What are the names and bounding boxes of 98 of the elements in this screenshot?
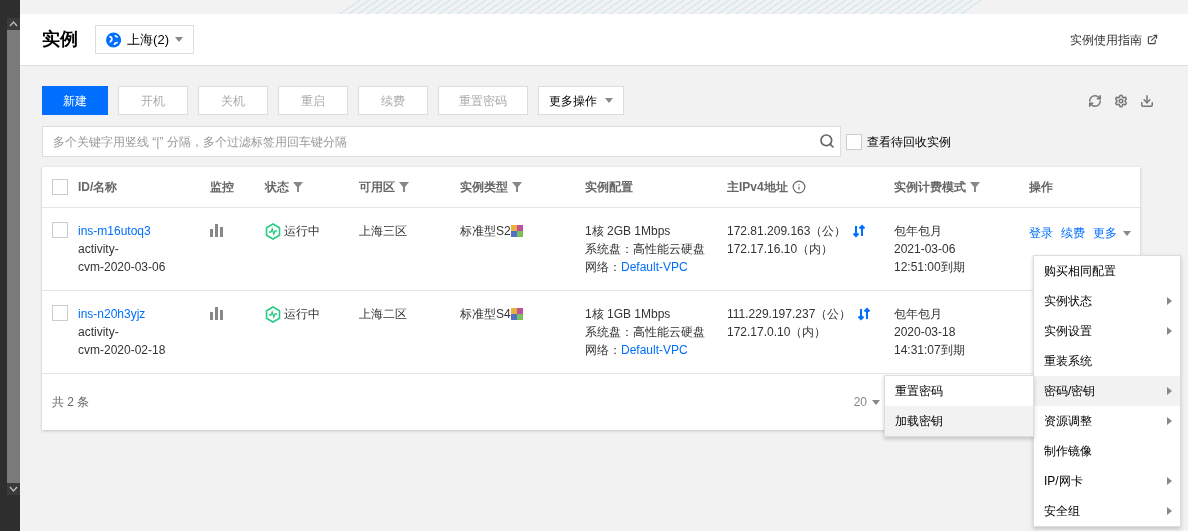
menu-item[interactable]: 实例设置: [1034, 316, 1180, 346]
status-text: 运行中: [284, 223, 320, 240]
column-header: 操作: [1029, 179, 1053, 196]
instance-type: 标准型S2: [460, 223, 511, 240]
menu-item[interactable]: 资源调整: [1034, 406, 1180, 436]
type-badge-icon: [510, 225, 523, 237]
disk-text: 系统盘：高性能云硬盘: [585, 241, 705, 258]
external-link-icon: [1147, 34, 1158, 45]
billing-text: 14:31:07到期: [894, 342, 965, 359]
menu-item[interactable]: 实例状态: [1034, 286, 1180, 316]
disk-text: 系统盘：高性能云硬盘: [585, 324, 705, 341]
instance-name: activity-: [78, 241, 119, 258]
instance-type: 标准型S4: [460, 306, 511, 323]
action-link[interactable]: 续费: [1061, 224, 1085, 242]
filter-icon[interactable]: [512, 182, 522, 192]
instance-id-link[interactable]: ins-n20h3yjz: [78, 305, 146, 323]
total-count: 共 2 条: [52, 394, 90, 411]
submenu-arrow-icon: [1167, 387, 1172, 395]
checkbox-label: 查看待回收实例: [867, 133, 951, 151]
filter-icon[interactable]: [399, 182, 409, 192]
action-link[interactable]: 更多: [1093, 224, 1131, 242]
public-ip: 111.229.197.237（公）: [727, 306, 852, 323]
private-ip: 172.17.0.10（内）: [727, 324, 827, 341]
caret-icon: [872, 399, 880, 405]
column-header: 监控: [210, 179, 234, 196]
private-ip: 172.17.16.10（内）: [727, 241, 834, 258]
download-icon[interactable]: [1140, 93, 1154, 108]
config-text: 1核 1GB 1Mbps: [585, 306, 671, 323]
refresh-icon[interactable]: [1088, 93, 1102, 108]
search-icon[interactable]: [819, 133, 835, 149]
public-ip: 172.81.209.163（公）: [727, 223, 847, 240]
menu-item[interactable]: 购买相同配置: [1034, 256, 1180, 286]
menu-item[interactable]: 重置密码: [885, 376, 1033, 406]
caret-icon: [175, 37, 183, 42]
action-link[interactable]: 登录: [1029, 224, 1053, 242]
billing-text: 包年包月: [894, 306, 942, 323]
checkbox[interactable]: [52, 222, 68, 238]
swap-icon[interactable]: [852, 224, 867, 238]
billing-text: 12:51:00到期: [894, 259, 965, 276]
column-header: 主IPv4地址: [727, 179, 788, 196]
caret-icon: [605, 98, 613, 103]
column-header: 实例类型: [460, 179, 508, 196]
menu-item[interactable]: IP/网卡: [1034, 466, 1180, 496]
network-label: 网络：: [585, 259, 621, 276]
scrollbar[interactable]: [7, 18, 20, 495]
billing-text: 包年包月: [894, 223, 942, 240]
toolbar-button[interactable]: 新建: [42, 86, 108, 115]
menu-item[interactable]: 加载密钥: [885, 406, 1033, 436]
filter-icon[interactable]: [970, 182, 980, 192]
guide-link[interactable]: 实例使用指南: [1070, 30, 1158, 49]
column-header: 可用区: [359, 179, 395, 196]
swap-icon[interactable]: [857, 307, 872, 321]
instance-name: activity-: [78, 324, 119, 341]
scroll-up-icon[interactable]: [7, 18, 20, 30]
scroll-down-icon[interactable]: [7, 483, 20, 495]
menu-item[interactable]: 重装系统: [1034, 346, 1180, 376]
page-size-selector[interactable]: 20: [853, 393, 880, 411]
checkbox[interactable]: [52, 179, 68, 195]
menu-item[interactable]: 安全组: [1034, 496, 1180, 526]
submenu-arrow-icon: [1167, 327, 1172, 335]
column-header: ID/名称: [78, 179, 118, 196]
column-header: 实例计费模式: [894, 179, 966, 196]
search-field[interactable]: 多个关键字用竖线 “|” 分隔，多个过滤标签用回车键分隔: [42, 126, 841, 157]
settings-icon[interactable]: [1114, 93, 1128, 108]
column-header: 状态: [265, 179, 289, 196]
status-text: 运行中: [284, 306, 320, 323]
bar-chart-icon[interactable]: [210, 224, 224, 237]
zone-text: 上海二区: [359, 307, 407, 321]
instance-name: cvm-2020-02-18: [78, 342, 166, 359]
page-title: 实例: [42, 28, 78, 51]
region-selector[interactable]: 上海(2): [95, 25, 194, 54]
toolbar-button[interactable]: 更多操作: [538, 86, 624, 115]
network-link[interactable]: Default-VPC: [621, 258, 688, 276]
zone-text: 上海三区: [359, 224, 407, 238]
info-icon[interactable]: [791, 180, 806, 194]
submenu-arrow-icon: [1167, 417, 1172, 425]
network-link[interactable]: Default-VPC: [621, 341, 688, 359]
billing-text: 2020-03-18: [894, 324, 956, 341]
bar-chart-icon[interactable]: [210, 307, 224, 320]
network-label: 网络：: [585, 342, 621, 359]
menu-item[interactable]: 密码/密钥: [1034, 376, 1180, 406]
instance-id-link[interactable]: ins-m16utoq3: [78, 222, 151, 240]
menu-item[interactable]: 制作镜像: [1034, 436, 1180, 466]
submenu-arrow-icon: [1167, 297, 1172, 305]
type-badge-icon: [510, 308, 523, 320]
running-status-icon: [265, 222, 281, 240]
submenu-arrow-icon: [1167, 507, 1172, 515]
checkbox[interactable]: [52, 305, 68, 321]
filter-icon[interactable]: [293, 182, 303, 192]
checkbox[interactable]: [846, 133, 862, 150]
running-status-icon: [265, 305, 281, 323]
instance-name: cvm-2020-03-06: [78, 259, 166, 276]
config-text: 1核 2GB 1Mbps: [585, 223, 671, 240]
submenu-arrow-icon: [1167, 477, 1172, 485]
globe-icon: [106, 30, 122, 49]
caret-icon: [1123, 230, 1131, 236]
column-header: 实例配置: [585, 179, 633, 196]
billing-text: 2021-03-06: [894, 241, 956, 258]
